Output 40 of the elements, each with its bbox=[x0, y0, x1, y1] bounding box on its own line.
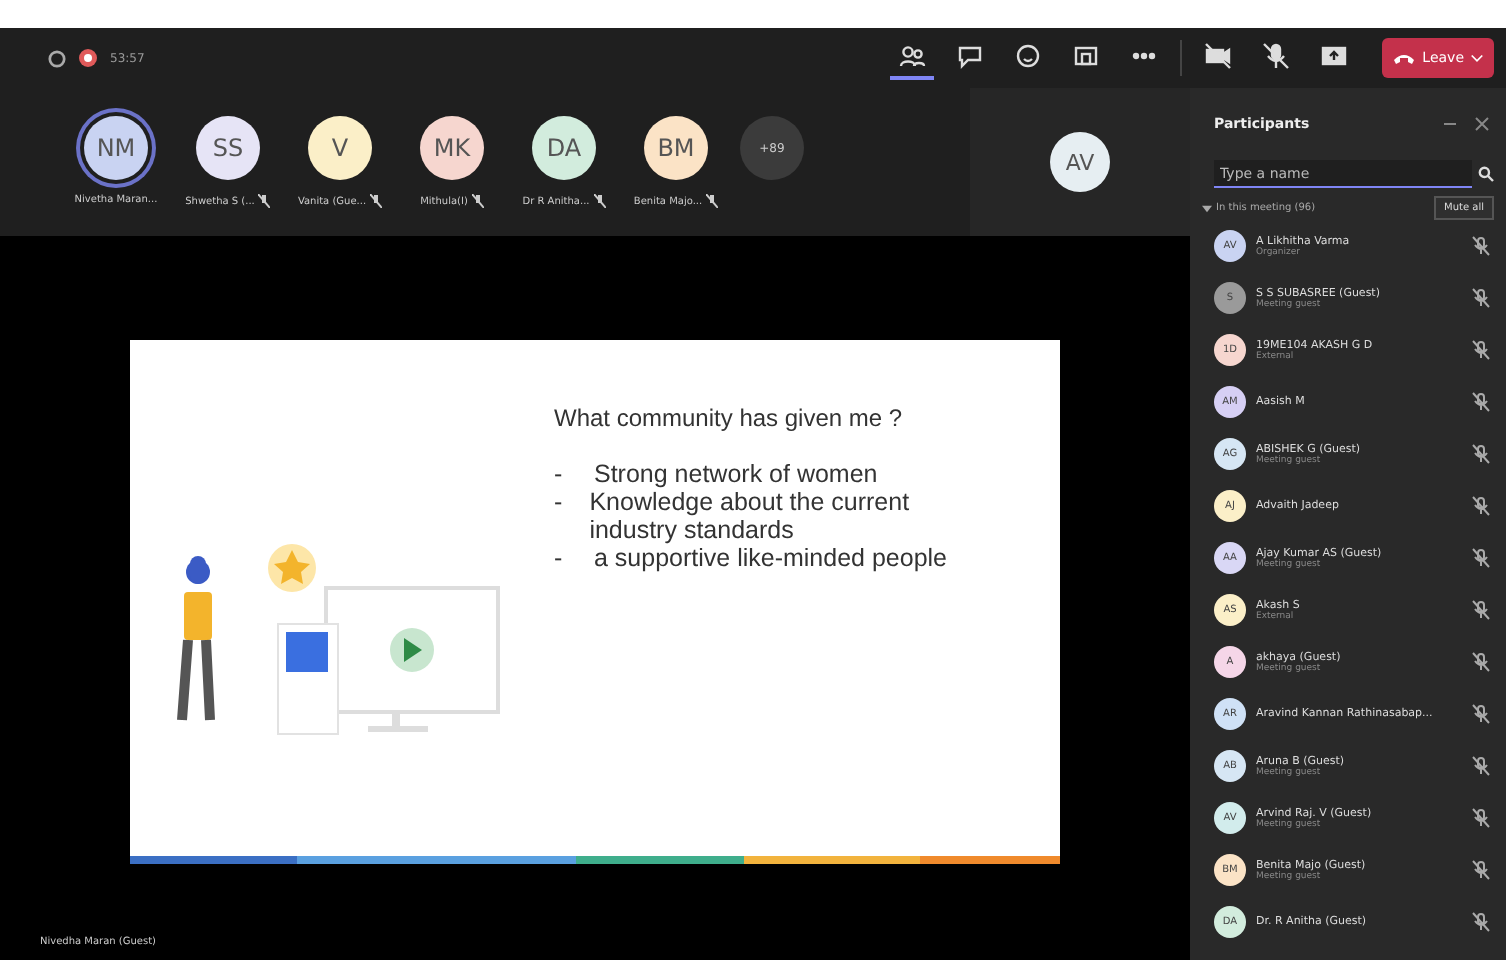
mic-off-icon bbox=[1472, 912, 1490, 932]
participant-avatar: SS bbox=[196, 116, 260, 180]
close-icon[interactable] bbox=[1474, 116, 1490, 132]
caret-icon bbox=[1470, 51, 1484, 65]
slide-bullet: Strong network of women bbox=[594, 460, 878, 488]
share-tray-icon bbox=[1320, 42, 1349, 70]
bullet-marker: - bbox=[554, 488, 565, 520]
slide-bullet: a supportive like-minded people bbox=[594, 544, 947, 572]
mic-off-icon bbox=[1262, 42, 1291, 70]
people-icon bbox=[898, 42, 927, 70]
bullet-marker: - bbox=[554, 460, 565, 488]
caret-icon bbox=[1202, 203, 1212, 213]
search-icon bbox=[1478, 166, 1494, 182]
mic-off-icon bbox=[1472, 652, 1490, 672]
shield-icon bbox=[48, 49, 66, 67]
mic-off-icon bbox=[1472, 860, 1490, 880]
mic-off-icon bbox=[1472, 236, 1490, 256]
mic-off-icon bbox=[1472, 808, 1490, 828]
mic-off-icon bbox=[1472, 496, 1490, 516]
participant-avatar: V bbox=[308, 116, 372, 180]
mic-off-icon bbox=[1472, 548, 1490, 568]
bullet-marker: - bbox=[554, 544, 565, 572]
chat-icon bbox=[956, 42, 985, 70]
mic-off-icon bbox=[1472, 392, 1490, 412]
smiley-icon bbox=[1014, 42, 1043, 70]
mic-off-icon bbox=[1472, 704, 1490, 724]
mic-off-icon bbox=[1472, 600, 1490, 620]
mic-off-icon bbox=[1472, 756, 1490, 776]
participant-avatar: NM bbox=[84, 116, 148, 180]
mic-off-icon bbox=[1472, 444, 1490, 464]
mic-off-icon bbox=[1472, 288, 1490, 308]
rooms-icon bbox=[1072, 42, 1101, 70]
camera-off-icon bbox=[1204, 42, 1233, 70]
slide-title: What community has given me ? bbox=[554, 404, 905, 432]
participant-avatar: DA bbox=[532, 116, 596, 180]
participant-avatar: MK bbox=[420, 116, 484, 180]
participant-avatar: BM bbox=[644, 116, 708, 180]
mic-off-icon bbox=[1472, 340, 1490, 360]
phone-icon bbox=[1392, 50, 1417, 66]
self-avatar: AV bbox=[1050, 132, 1110, 192]
